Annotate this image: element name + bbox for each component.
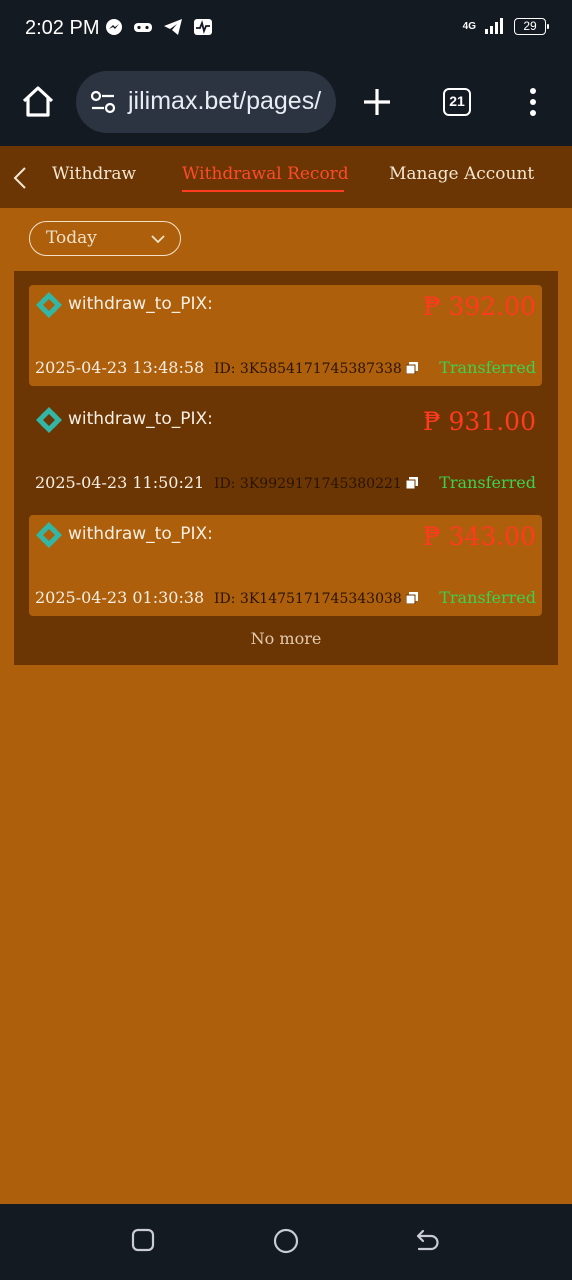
- record-datetime: 2025-04-23 01:30:38: [35, 588, 205, 607]
- active-tab-indicator: [182, 190, 344, 192]
- battery-indicator: 29: [514, 17, 549, 35]
- status-time: 2:02 PM: [25, 17, 100, 39]
- record-method: withdraw_to_PIX:: [68, 409, 213, 429]
- record-method: withdraw_to_PIX:: [68, 524, 213, 544]
- record-amount: ₱ 343.00: [422, 522, 536, 551]
- tab-withdraw[interactable]: Withdraw: [52, 164, 136, 184]
- record-item[interactable]: withdraw_to_PIX: ₱ 343.00 2025-04-23 01:…: [29, 515, 542, 616]
- gamepad-icon: [134, 23, 152, 32]
- copy-icon[interactable]: [406, 362, 418, 374]
- date-filter-select[interactable]: Today: [29, 221, 181, 256]
- network-indicator: 4G: [462, 20, 476, 32]
- system-status: 4G 29: [462, 17, 549, 35]
- page-header: Withdraw Withdrawal Record Manage Accoun…: [0, 146, 572, 208]
- signal-icon: [485, 18, 503, 34]
- home-nav-icon[interactable]: [273, 1228, 299, 1254]
- status-bar: 2:02 PM 4G 29: [0, 0, 572, 60]
- record-datetime: 2025-04-23 13:48:58: [35, 358, 205, 377]
- record-amount: ₱ 392.00: [422, 292, 536, 321]
- withdrawal-record-list: withdraw_to_PIX: ₱ 392.00 2025-04-23 13:…: [14, 271, 558, 665]
- new-tab-icon[interactable]: [362, 87, 392, 117]
- record-status: Transferred: [439, 358, 536, 377]
- system-navigation-bar: [0, 1204, 572, 1280]
- copy-icon[interactable]: [406, 477, 418, 489]
- browser-toolbar: jilimax.bet/pages/ 21: [0, 60, 572, 146]
- pix-icon: [36, 292, 62, 318]
- chevron-down-icon: [151, 235, 165, 244]
- back-nav-icon[interactable]: [415, 1228, 441, 1252]
- record-datetime: 2025-04-23 11:50:21: [35, 473, 205, 492]
- record-item[interactable]: withdraw_to_PIX: ₱ 392.00 2025-04-23 13:…: [29, 285, 542, 386]
- messenger-icon: [106, 19, 122, 35]
- tab-switcher-button[interactable]: 21: [443, 88, 471, 116]
- tab-manage-account[interactable]: Manage Account: [389, 164, 534, 184]
- copy-icon[interactable]: [406, 592, 418, 604]
- record-id: ID: 3K9929171745380221: [214, 476, 402, 492]
- more-menu-icon[interactable]: [528, 87, 538, 117]
- home-icon[interactable]: [20, 84, 56, 120]
- record-status: Transferred: [439, 473, 536, 492]
- telegram-icon: [164, 19, 182, 35]
- record-item[interactable]: withdraw_to_PIX: ₱ 931.00 2025-04-23 11:…: [29, 400, 542, 501]
- record-id: ID: 3K5854171745387338: [214, 361, 402, 377]
- record-status: Transferred: [439, 588, 536, 607]
- tab-withdrawal-record[interactable]: Withdrawal Record: [182, 164, 349, 184]
- date-filter-value: Today: [46, 228, 97, 248]
- recent-apps-icon[interactable]: [131, 1228, 155, 1252]
- list-end-message: No more: [250, 629, 322, 648]
- pix-icon: [36, 407, 62, 433]
- pix-icon: [36, 522, 62, 548]
- url-text[interactable]: jilimax.bet/pages/: [128, 87, 321, 116]
- record-amount: ₱ 931.00: [422, 407, 536, 436]
- address-bar[interactable]: jilimax.bet/pages/: [76, 71, 336, 133]
- record-id: ID: 3K1475171745343038: [214, 591, 402, 607]
- back-arrow-icon[interactable]: [12, 166, 28, 190]
- site-settings-icon[interactable]: [90, 90, 116, 114]
- activity-icon: [194, 19, 212, 35]
- notification-icons: [105, 18, 213, 36]
- record-method: withdraw_to_PIX:: [68, 294, 213, 314]
